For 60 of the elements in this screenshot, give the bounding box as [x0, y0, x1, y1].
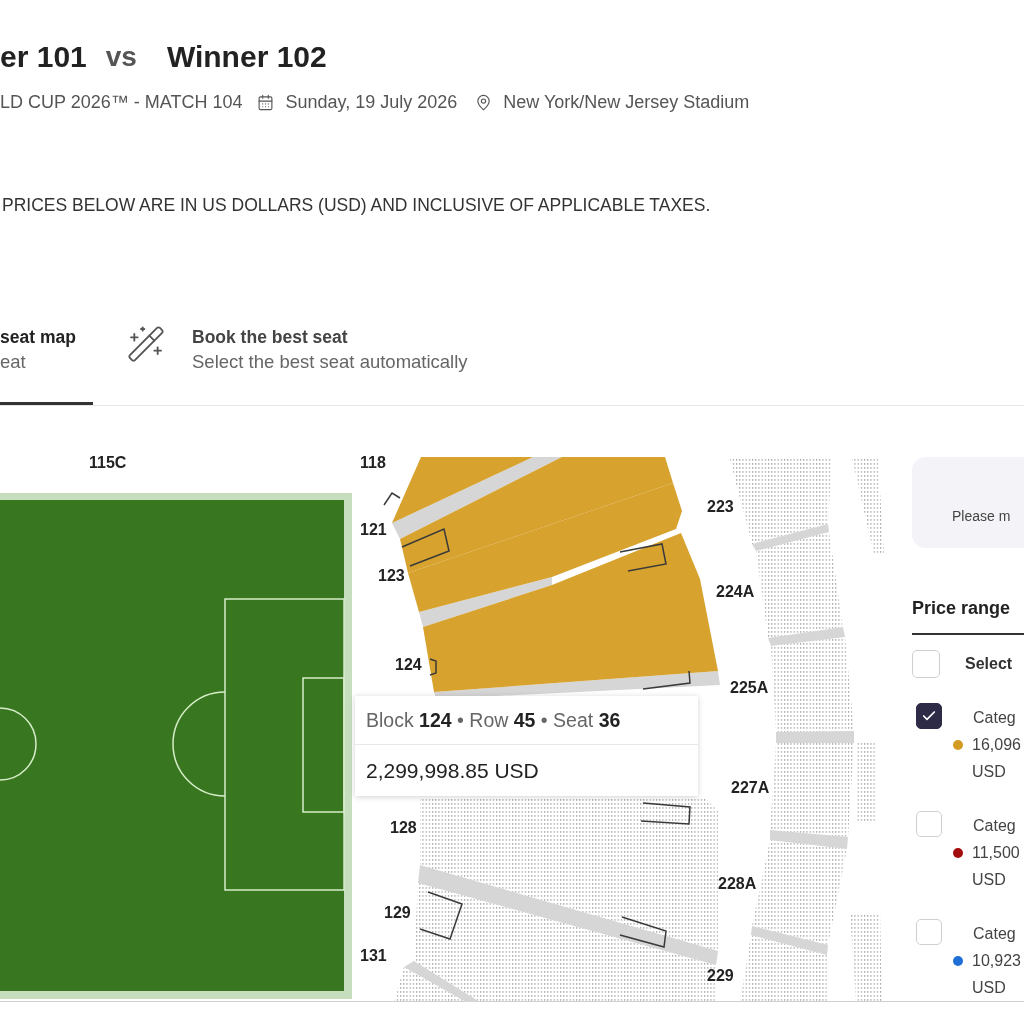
entrance-marker — [619, 916, 667, 948]
tab[interactable]: seat map eat — [0, 289, 93, 405]
section-label: 121 — [360, 521, 387, 539]
section-label: 228A — [718, 875, 757, 893]
section-label: 123 — [378, 567, 405, 585]
seat-section[interactable] — [392, 457, 533, 523]
section-label: 227A — [731, 779, 770, 797]
category-name: Categ — [972, 708, 1017, 728]
entrance-marker — [419, 891, 463, 940]
section-label: 224A — [716, 583, 755, 601]
seat-section[interactable] — [756, 532, 843, 638]
price-note: PRICES BELOW ARE IN US DOLLARS (USD) AND INCLUSIVE OF APPLICABLE TAXES. — [1, 195, 712, 215]
category-price: 16,096 — [972, 735, 1021, 755]
section-label: 118 — [360, 454, 386, 472]
info-text: Please m — [952, 508, 1011, 524]
tab[interactable]: Book the best seat Select the best seat automatically — [126, 289, 478, 405]
section-label: 129 — [384, 904, 411, 922]
entrance-marker — [642, 670, 691, 690]
team-name: Winner 102 — [166, 40, 327, 74]
entrance-marker — [619, 543, 667, 572]
entrance-marker — [383, 491, 401, 506]
seat-section[interactable] — [423, 533, 718, 692]
seat-section[interactable] — [770, 743, 854, 837]
section-label: 124 — [395, 656, 422, 674]
select-all-label: Select — [965, 654, 1013, 674]
category-price: 10,923 — [972, 951, 1021, 971]
currency-label: USD — [971, 978, 1007, 998]
section-label: 128 — [390, 819, 417, 837]
checkbox[interactable] — [916, 703, 942, 729]
seat-section[interactable] — [857, 743, 876, 821]
venue-label: New York/New Jersey Stadium — [503, 92, 750, 112]
seat-section[interactable] — [852, 459, 884, 555]
entrance-marker — [429, 658, 437, 676]
entrance-marker — [640, 802, 691, 825]
section-label: 229 — [707, 967, 734, 985]
section-label: 131 — [360, 947, 387, 965]
category-price: 11,500 — [972, 843, 1020, 863]
currency-label: USD — [971, 762, 1007, 782]
competition-label: LD CUP 2026™ - MATCH 104 — [0, 92, 243, 112]
price-range-title: Price range — [912, 598, 1011, 618]
category-name: Categ — [972, 816, 1017, 836]
seat-section[interactable] — [394, 967, 466, 1002]
seat-price: 2,299,998.85 USD — [366, 757, 539, 784]
versus-label: vs — [105, 40, 137, 74]
calendar-icon — [257, 93, 275, 111]
seat-section[interactable] — [740, 935, 828, 1002]
entrance-marker — [401, 527, 450, 567]
match-date: Sunday, 19 July 2026 — [285, 92, 458, 112]
seat-section[interactable] — [771, 637, 854, 732]
magic-wand-icon — [126, 324, 166, 364]
section-label: 225A — [730, 679, 769, 697]
team-name: er 101 — [0, 40, 87, 74]
section-label: 115C — [89, 454, 127, 472]
seat-details: Block 124 • Row 45 • Seat 36 — [366, 708, 621, 732]
seat-section[interactable] — [850, 913, 882, 1002]
seat-section[interactable] — [420, 799, 718, 951]
currency-label: USD — [971, 870, 1007, 890]
category-name: Categ — [972, 924, 1017, 944]
section-label: 223 — [707, 498, 734, 516]
map-pin-icon — [475, 93, 493, 111]
